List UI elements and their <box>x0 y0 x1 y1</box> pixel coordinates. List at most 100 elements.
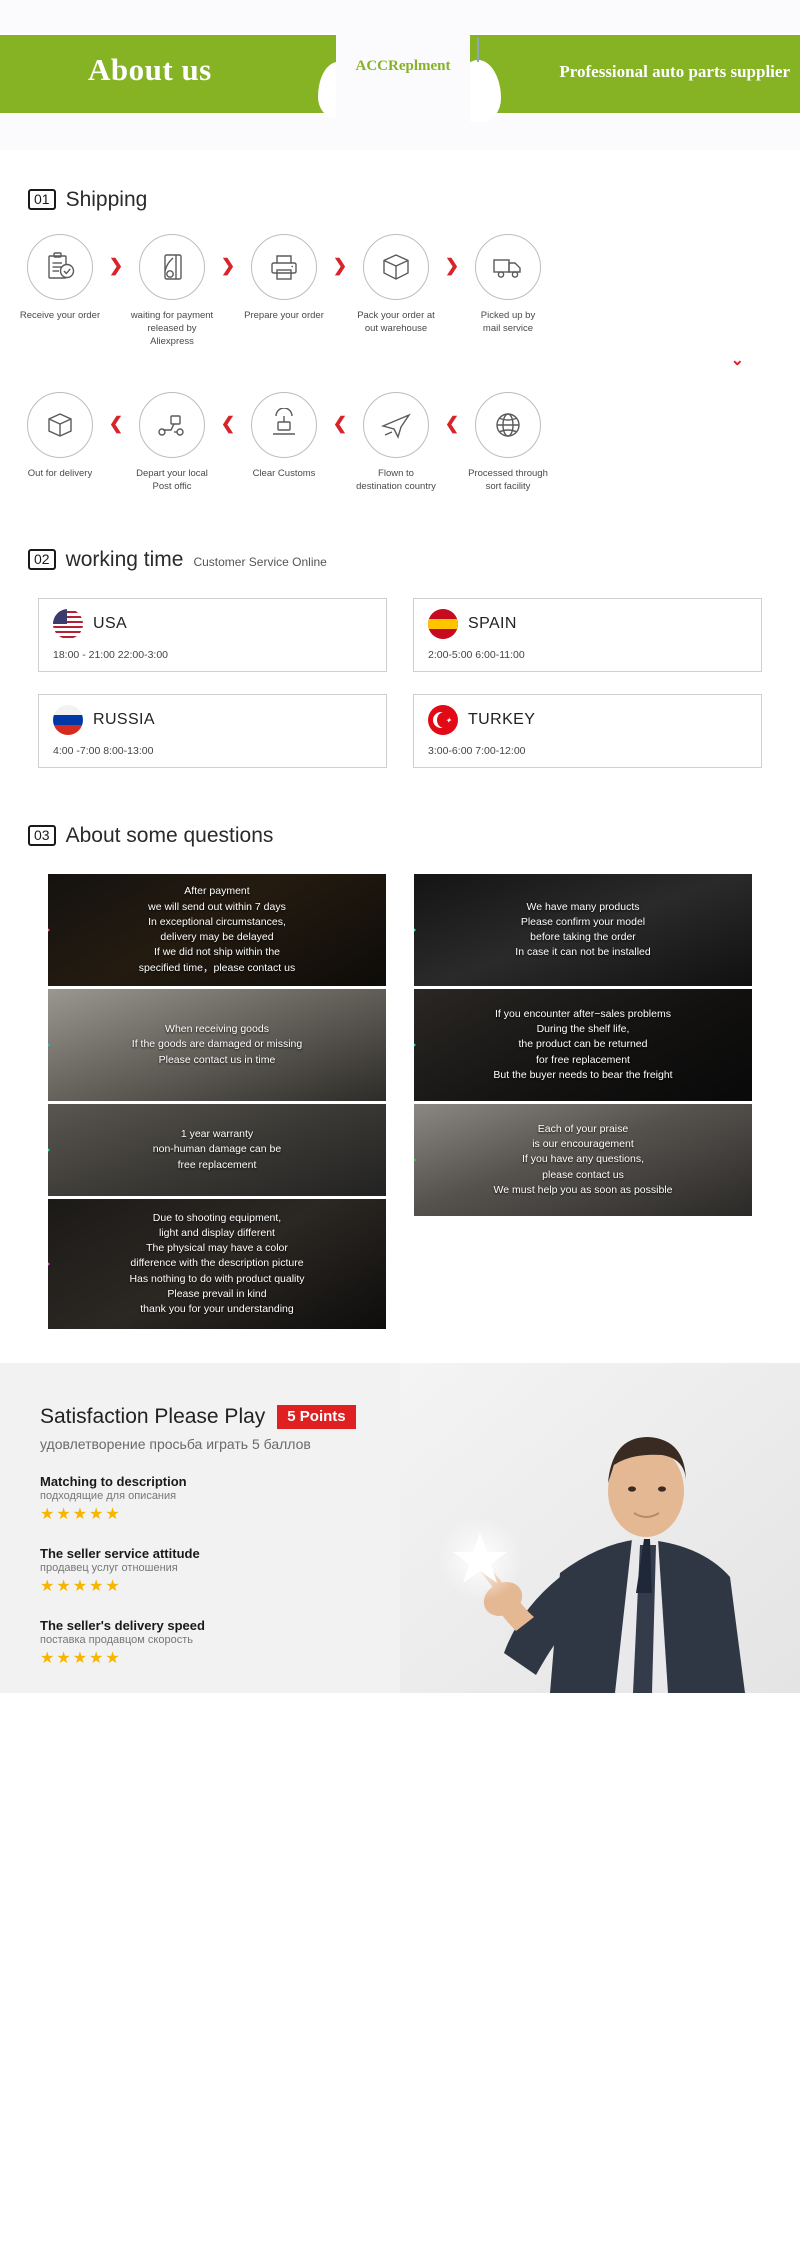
businessman-photo <box>400 1363 800 1694</box>
shipping-step: Clear Customs <box>240 392 328 481</box>
russia-flag-icon <box>53 705 83 736</box>
questions-section: 03 About some questions After payment we… <box>0 768 800 1330</box>
question-text: After payment we will send out within 7 … <box>138 885 296 974</box>
rating-item: The seller's delivery speed поставка про… <box>40 1618 420 1668</box>
satisfaction-subtitle-ru: удовлетворение просьба играть 5 баллов <box>40 1436 311 1453</box>
arrow-left-icon: ❮ <box>108 414 124 434</box>
country-card-usa: USA 18:00 - 21:00 22:00-3:00 <box>38 598 387 673</box>
section-note: Customer Service Online <box>193 555 327 570</box>
country-card-header: USA <box>53 609 372 640</box>
open-box-icon <box>27 392 93 459</box>
about-us-page: About us Professional auto parts supplie… <box>0 0 800 1694</box>
page-header: About us Professional auto parts supplie… <box>0 0 800 150</box>
question-text: Each of your praise is our encouragement… <box>493 1123 673 1196</box>
points-badge: 5 Points <box>277 1405 356 1430</box>
turkey-flag-icon: ✦ <box>428 705 458 736</box>
question-panel: Each of your praise is our encouragement… <box>414 1104 752 1217</box>
question-text: 1 year warranty non-human damage can be … <box>152 1128 282 1171</box>
section-name: working time <box>65 548 184 572</box>
accent-arrow-icon <box>414 1034 416 1057</box>
question-text: When receiving goods If the goods are da… <box>131 1023 303 1066</box>
country-hours: 3:00-6:00 7:00-12:00 <box>428 745 526 758</box>
usa-flag-icon <box>53 609 83 640</box>
customs-stamp-icon <box>251 392 317 459</box>
question-panel: We have many products Please confirm you… <box>414 874 752 987</box>
question-panel: 1 year warranty non-human damage can be … <box>48 1104 386 1197</box>
shipping-step: Depart your local Post offic <box>128 392 216 494</box>
rating-label-ru: продавец услуг отношения <box>40 1562 178 1575</box>
rating-label-en: Matching to description <box>40 1474 187 1490</box>
truck-icon <box>475 234 541 300</box>
satisfaction-content: Satisfaction Please Play 5 Points удовле… <box>0 1363 420 1668</box>
country-name: USA <box>93 615 128 633</box>
country-card-turkey: ✦ TURKEY 3:00-6:00 7:00-12:00 <box>413 694 762 769</box>
star-rating-icon: ★★★★★ <box>40 1650 122 1668</box>
country-hours: 18:00 - 21:00 22:00-3:00 <box>53 649 169 662</box>
printer-icon <box>251 234 317 300</box>
arrow-right-icon: ❯ <box>444 256 460 275</box>
country-card-header: RUSSIA <box>53 705 372 736</box>
shipping-step: waiting for payment released by Aliexpre… <box>128 234 216 348</box>
question-panel: If you encounter after−sales problems Du… <box>414 989 752 1102</box>
arrow-left-icon: ❮ <box>444 414 460 434</box>
arrow-down-icon: ⌄ <box>730 352 744 370</box>
question-text: If you encounter after−sales problems Du… <box>493 1008 673 1081</box>
question-panel: Due to shooting equipment, light and dis… <box>48 1199 386 1330</box>
country-name: TURKEY <box>468 711 536 729</box>
country-name: SPAIN <box>468 615 517 633</box>
globe-icon <box>475 392 541 459</box>
country-hours: 4:00 -7:00 8:00-13:00 <box>53 745 154 758</box>
shipping-step: Prepare your order <box>240 234 328 323</box>
question-panel: After payment we will send out within 7 … <box>48 874 386 987</box>
box-icon <box>363 234 429 300</box>
airplane-icon <box>363 392 429 459</box>
section-number: 02 <box>28 549 56 571</box>
page-title: About us <box>88 52 212 87</box>
questions-column-right: We have many products Please confirm you… <box>414 874 752 1217</box>
shipping-step: Out for delivery <box>16 392 104 481</box>
satisfaction-heading: Satisfaction Please Play 5 Points <box>40 1405 420 1430</box>
header-subtitle: Professional auto parts supplier <box>559 62 790 81</box>
questions-grid: After payment we will send out within 7 … <box>0 848 800 1330</box>
step-label: Out for delivery <box>27 468 93 480</box>
country-card-header: ✦ TURKEY <box>428 705 747 736</box>
rating-item: The seller service attitude продавец усл… <box>40 1546 420 1596</box>
shipping-step: Flown to destination country <box>352 392 440 494</box>
step-label: Depart your local Post offic <box>136 468 208 493</box>
satisfaction-title: Satisfaction Please Play <box>40 1405 266 1429</box>
section-number: 03 <box>28 825 56 847</box>
section-name: Shipping <box>65 188 148 211</box>
arrow-left-icon: ❮ <box>332 414 348 434</box>
accent-arrow-icon <box>414 919 416 942</box>
rating-label-ru: поставка продавцом скорость <box>40 1634 193 1647</box>
arrow-right-icon: ❯ <box>332 256 348 275</box>
section-number: 01 <box>28 189 56 210</box>
rating-label-en: The seller's delivery speed <box>40 1618 205 1634</box>
arrow-right-icon: ❯ <box>108 256 124 275</box>
shipping-step: Pack your order at out warehouse <box>352 234 440 336</box>
question-panel: When receiving goods If the goods are da… <box>48 989 386 1102</box>
step-label: Picked up by mail service <box>480 310 536 334</box>
step-label: Pack your order at out warehouse <box>357 310 435 334</box>
accent-arrow-icon <box>48 919 50 942</box>
star-rating-icon: ★★★★★ <box>40 1578 122 1596</box>
country-card-header: SPAIN <box>428 609 747 640</box>
arrow-left-icon: ❮ <box>220 414 236 434</box>
country-hours: 2:00-5:00 6:00-11:00 <box>428 649 525 662</box>
shipping-step: Processed through sort facility <box>464 392 552 494</box>
step-label: Flown to destination country <box>356 468 436 493</box>
shipping-steps-row-1: Receive your order ❯ waiting for payment… <box>0 212 800 348</box>
shipping-step: Picked up by mail service <box>464 234 552 336</box>
rating-item: Matching to description подходящие для о… <box>40 1474 420 1524</box>
questions-section-title: 03 About some questions <box>0 824 800 848</box>
shipping-section-title: 01 Shipping <box>0 188 800 212</box>
shipping-step: Receive your order <box>16 234 104 323</box>
step-label: waiting for payment released by Aliexpre… <box>130 310 214 347</box>
working-time-section-title: 02 working time Customer Service Online <box>0 548 800 572</box>
question-text: We have many products Please confirm you… <box>515 900 651 959</box>
accent-arrow-icon <box>48 1139 50 1162</box>
accent-arrow-icon <box>414 1149 416 1172</box>
working-time-section: 02 working time Customer Service Online … <box>0 494 800 769</box>
rating-label-en: The seller service attitude <box>40 1546 200 1562</box>
shipping-section: 01 Shipping Receive your order ❯ waiting… <box>0 150 800 494</box>
